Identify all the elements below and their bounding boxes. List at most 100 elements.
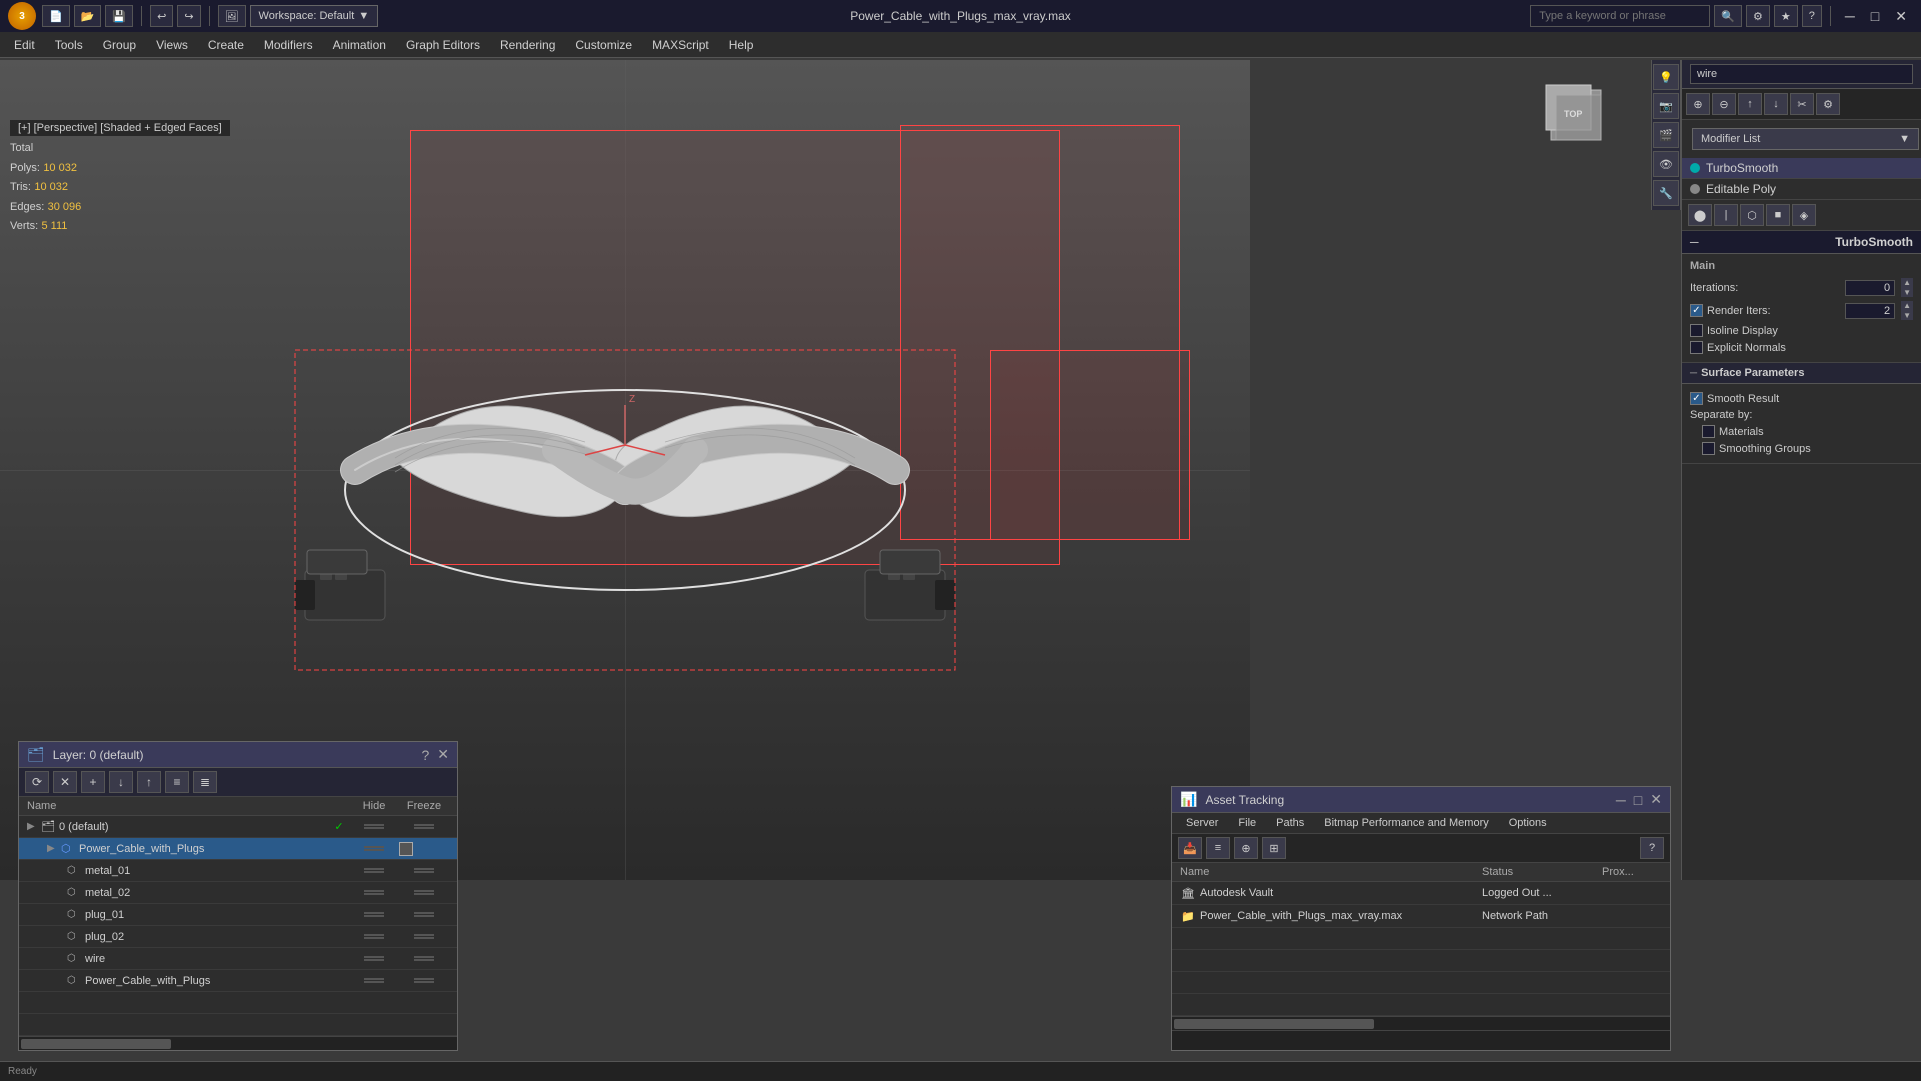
menu-maxscript[interactable]: MAXScript [642, 32, 719, 57]
menu-create[interactable]: Create [198, 32, 254, 57]
menu-edit[interactable]: Edit [4, 32, 45, 57]
modifier-list-dropdown[interactable]: Modifier List ▼ [1692, 128, 1919, 150]
layer-tool-delete[interactable]: ✕ [53, 771, 77, 793]
render-preview-btn[interactable]: 🖼 [218, 5, 246, 27]
asset-help-btn[interactable]: ? [1640, 837, 1664, 859]
layer-scrollbar[interactable] [19, 1036, 457, 1050]
menu-customize[interactable]: Customize [565, 32, 642, 57]
layer-tool-refresh[interactable]: ⟳ [25, 771, 49, 793]
help-btn[interactable]: ? [1802, 5, 1822, 27]
asset-tool-2[interactable]: ≡ [1206, 837, 1230, 859]
menu-animation[interactable]: Animation [323, 32, 396, 57]
menu-help[interactable]: Help [719, 32, 764, 57]
iterations-down[interactable]: ▼ [1901, 288, 1913, 298]
modifier-search-input[interactable] [1690, 64, 1913, 84]
layer-scrollbar-thumb[interactable] [21, 1039, 171, 1049]
panel-tool-6[interactable]: ⚙ [1816, 93, 1840, 115]
search-options-btn[interactable]: ⚙ [1746, 5, 1770, 27]
navigation-cube[interactable]: TOP [1536, 75, 1616, 155]
modifier-editable-poly[interactable]: Editable Poly [1682, 179, 1921, 200]
new-file-btn[interactable]: 📄 [42, 5, 70, 27]
asset-menu-options[interactable]: Options [1501, 815, 1555, 831]
smoothing-groups-checkbox[interactable] [1702, 442, 1715, 455]
minimize-btn[interactable]: ─ [1839, 6, 1861, 26]
render-iters-down[interactable]: ▼ [1901, 311, 1913, 321]
asset-row-max-file[interactable]: 📁 Power_Cable_with_Plugs_max_vray.max Ne… [1172, 905, 1670, 928]
render-iters-value[interactable]: 2 [1845, 303, 1895, 319]
materials-checkbox[interactable] [1702, 425, 1715, 438]
layer-tool-add[interactable]: + [81, 771, 105, 793]
layer-row-power-cable-group[interactable]: ▶ ⬡ Power_Cable_with_Plugs [19, 838, 457, 860]
asset-panel-maximize-btn[interactable]: □ [1634, 792, 1642, 808]
layer-row-power-cable-child[interactable]: ⬡ Power_Cable_with_Plugs [19, 970, 457, 992]
panel-tool-4[interactable]: ↓ [1764, 93, 1788, 115]
layer-tool-move-down[interactable]: ↓ [109, 771, 133, 793]
asset-menu-server[interactable]: Server [1178, 815, 1226, 831]
utils-btn[interactable]: 🔧 [1653, 180, 1679, 206]
asset-row-vault[interactable]: 🏛 Autodesk Vault Logged Out ... [1172, 882, 1670, 905]
isoline-checkbox[interactable] [1690, 324, 1703, 337]
layer-row-wire[interactable]: ⬡ wire [19, 948, 457, 970]
ts-collapse-arrow: ─ [1690, 235, 1699, 249]
asset-menu-bitmap[interactable]: Bitmap Performance and Memory [1316, 815, 1496, 831]
render-iters-up[interactable]: ▲ [1901, 301, 1913, 311]
menu-rendering[interactable]: Rendering [490, 32, 565, 57]
menu-tools[interactable]: Tools [45, 32, 93, 57]
asset-panel-close-btn[interactable]: ✕ [1650, 791, 1662, 808]
layer-row-0-default[interactable]: ▶ 🗂 0 (default) ✓ [19, 816, 457, 838]
layer-tool-list1[interactable]: ≡ [165, 771, 189, 793]
border-btn[interactable]: ⬡ [1740, 204, 1764, 226]
panel-tool-2[interactable]: ⊖ [1712, 93, 1736, 115]
open-file-btn[interactable]: 📂 [74, 5, 102, 27]
smooth-result-checkbox[interactable] [1690, 392, 1703, 405]
asset-scrollbar[interactable] [1172, 1016, 1670, 1030]
undo-btn[interactable]: ↩ [150, 5, 173, 27]
asset-tool-1[interactable]: 📥 [1178, 837, 1202, 859]
render-iters-checkbox[interactable] [1690, 304, 1703, 317]
panel-tool-3[interactable]: ↑ [1738, 93, 1762, 115]
scene-btn[interactable]: 🎬 [1653, 122, 1679, 148]
workspace-dropdown[interactable]: Workspace: Default ▼ [250, 5, 379, 27]
asset-panel-minimize-btn[interactable]: ─ [1616, 792, 1626, 808]
search-input[interactable] [1530, 5, 1710, 27]
edge-btn[interactable]: | [1714, 204, 1738, 226]
layer-row-plug-01[interactable]: ⬡ plug_01 [19, 904, 457, 926]
asset-tool-3[interactable]: ⊕ [1234, 837, 1258, 859]
polygon-btn[interactable]: ■ [1766, 204, 1790, 226]
iterations-up[interactable]: ▲ [1901, 278, 1913, 288]
menu-graph-editors[interactable]: Graph Editors [396, 32, 490, 57]
layer-row-metal-01[interactable]: ⬡ metal_01 [19, 860, 457, 882]
layer-panel-close-btn[interactable]: ✕ [437, 746, 449, 763]
iterations-spinner[interactable]: ▲ ▼ [1901, 278, 1913, 297]
menu-views[interactable]: Views [146, 32, 198, 57]
iterations-value[interactable]: 0 [1845, 280, 1895, 296]
camera-btn[interactable]: 📷 [1653, 93, 1679, 119]
display-btn[interactable]: 👁 [1653, 151, 1679, 177]
panel-tool-5[interactable]: ✂ [1790, 93, 1814, 115]
element-btn[interactable]: ◈ [1792, 204, 1816, 226]
layer-row-plug-02[interactable]: ⬡ plug_02 [19, 926, 457, 948]
explicit-normals-checkbox[interactable] [1690, 341, 1703, 354]
layer-row-metal-02[interactable]: ⬡ metal_02 [19, 882, 457, 904]
redo-btn[interactable]: ↪ [177, 5, 200, 27]
menu-modifiers[interactable]: Modifiers [254, 32, 323, 57]
save-file-btn[interactable]: 💾 [105, 5, 133, 27]
menu-group[interactable]: Group [93, 32, 146, 57]
layer-panel-help-btn[interactable]: ? [421, 747, 429, 763]
modifier-turbosmooth[interactable]: TurboSmooth [1682, 158, 1921, 179]
asset-menu-file[interactable]: File [1230, 815, 1264, 831]
asset-menu-paths[interactable]: Paths [1268, 815, 1312, 831]
asset-tool-4[interactable]: ⊞ [1262, 837, 1286, 859]
close-btn[interactable]: ✕ [1889, 6, 1913, 27]
bookmark-btn[interactable]: ★ [1774, 5, 1798, 27]
light-btn[interactable]: 💡 [1653, 64, 1679, 90]
maximize-btn[interactable]: □ [1865, 6, 1885, 26]
layer-tool-move-up[interactable]: ↑ [137, 771, 161, 793]
search-btn[interactable]: 🔍 [1714, 5, 1742, 27]
vertex-btn[interactable]: ⬤ [1688, 204, 1712, 226]
layer-tool-list2[interactable]: ≣ [193, 771, 217, 793]
layer-col-name: Name [27, 800, 349, 812]
render-iters-spinner[interactable]: ▲ ▼ [1901, 301, 1913, 320]
panel-tool-1[interactable]: ⊕ [1686, 93, 1710, 115]
asset-scrollbar-thumb[interactable] [1174, 1019, 1374, 1029]
